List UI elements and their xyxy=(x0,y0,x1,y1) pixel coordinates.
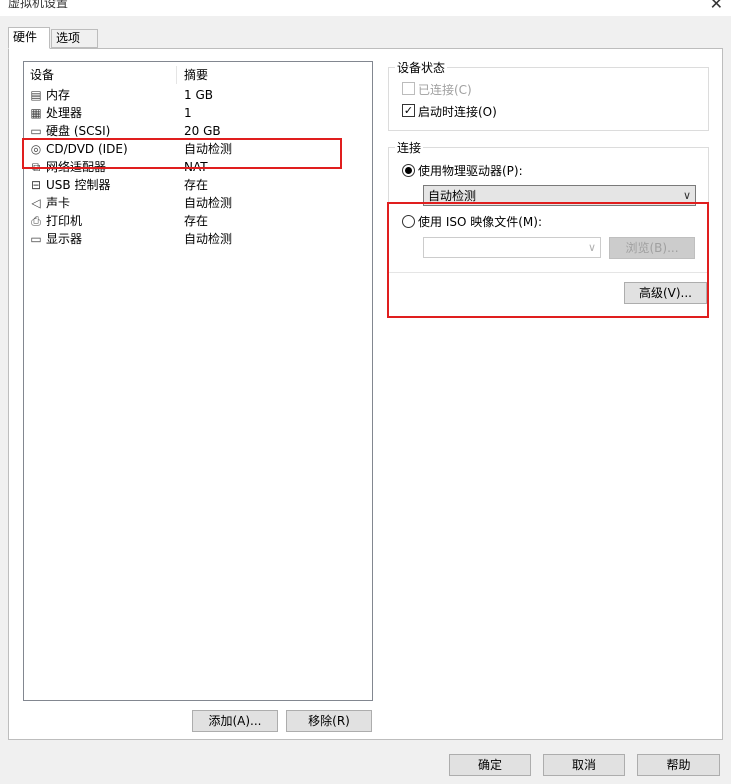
device-summary: 1 xyxy=(184,106,192,120)
hard-disk-icon: ▭ xyxy=(30,124,42,138)
device-name: 处理器 xyxy=(46,106,83,120)
chevron-down-icon: ∨ xyxy=(587,241,596,254)
device-status-group: 设备状态 已连接(C) ✓ 启动时连接(O) xyxy=(388,59,709,131)
device-name: 内存 xyxy=(46,88,71,102)
device-row-cd-dvd[interactable]: ◎ CD/DVD (IDE) 自动检测 xyxy=(24,140,372,158)
physical-drive-radio[interactable] xyxy=(402,164,415,177)
device-row-processor[interactable]: ▦ 处理器 1 xyxy=(24,104,372,122)
device-name: 声卡 xyxy=(46,196,71,210)
memory-icon: ▤ xyxy=(30,88,42,102)
physical-drive-select[interactable]: 自动检测 ∨ xyxy=(423,185,696,206)
column-header-summary[interactable]: 摘要 xyxy=(184,66,208,83)
close-icon[interactable]: ✕ xyxy=(710,0,723,13)
column-divider[interactable] xyxy=(176,66,177,84)
speaker-icon: ◁ xyxy=(31,196,41,210)
device-list[interactable]: 设备 摘要 ▤ 内存 1 GB ▦ 处理器 1 ▭ 硬盘 (SCSI) 20 G… xyxy=(23,61,373,701)
browse-button[interactable]: 浏览(B)... xyxy=(609,237,695,259)
chevron-down-icon: ∨ xyxy=(682,189,691,202)
display-icon: ▭ xyxy=(30,232,42,246)
group-divider xyxy=(389,272,709,273)
device-row-memory[interactable]: ▤ 内存 1 GB xyxy=(24,86,372,104)
iso-image-label: 使用 ISO 映像文件(M): xyxy=(418,215,542,229)
device-status-title: 设备状态 xyxy=(395,59,448,76)
connection-group: 连接 使用物理驱动器(P): 自动检测 ∨ 使用 ISO 映像文件(M): ∨ … xyxy=(388,139,709,317)
printer-icon: ⎙ xyxy=(31,214,41,228)
device-list-header: 设备 摘要 xyxy=(24,66,372,84)
device-name: USB 控制器 xyxy=(46,178,111,192)
device-name: 打印机 xyxy=(46,214,83,228)
device-row-network-adapter[interactable]: ⧉ 网络适配器 NAT xyxy=(24,158,372,176)
device-name: 硬盘 (SCSI) xyxy=(46,124,111,138)
device-row-hard-disk[interactable]: ▭ 硬盘 (SCSI) 20 GB xyxy=(24,122,372,140)
connect-at-power-on-checkbox[interactable]: ✓ xyxy=(402,104,415,117)
device-name: 显示器 xyxy=(46,232,83,246)
physical-drive-value: 自动检测 xyxy=(428,189,477,203)
device-summary: 自动检测 xyxy=(184,232,233,246)
cd-dvd-icon: ◎ xyxy=(30,142,42,156)
device-name: 网络适配器 xyxy=(46,160,107,174)
cpu-icon: ▦ xyxy=(30,106,42,120)
connected-label: 已连接(C) xyxy=(418,83,472,97)
usb-icon: ⊟ xyxy=(30,178,42,192)
tab-options[interactable]: 选项 xyxy=(51,29,98,48)
device-row-printer[interactable]: ⎙ 打印机 存在 xyxy=(24,212,372,230)
device-row-usb[interactable]: ⊟ USB 控制器 存在 xyxy=(24,176,372,194)
advanced-button[interactable]: 高级(V)... xyxy=(624,282,707,304)
column-header-device[interactable]: 设备 xyxy=(30,66,54,83)
connect-at-power-on-label: 启动时连接(O) xyxy=(418,105,497,119)
iso-path-select[interactable]: ∨ xyxy=(423,237,601,258)
network-adapter-icon: ⧉ xyxy=(31,160,41,174)
connected-checkbox[interactable] xyxy=(402,82,415,95)
device-summary: 存在 xyxy=(184,214,209,228)
device-row-display[interactable]: ▭ 显示器 自动检测 xyxy=(24,230,372,248)
device-summary: 1 GB xyxy=(184,88,213,102)
title-bar: 虚拟机设置 ✕ xyxy=(0,0,731,16)
device-summary: 自动检测 xyxy=(184,196,233,210)
hardware-panel: 设备 摘要 ▤ 内存 1 GB ▦ 处理器 1 ▭ 硬盘 (SCSI) 20 G… xyxy=(8,48,723,740)
physical-drive-label: 使用物理驱动器(P): xyxy=(418,164,523,178)
device-summary: 20 GB xyxy=(184,124,221,138)
cancel-button[interactable]: 取消 xyxy=(543,754,625,776)
connection-title: 连接 xyxy=(395,139,424,156)
tab-hardware[interactable]: 硬件 xyxy=(8,27,50,49)
remove-device-button[interactable]: 移除(R) xyxy=(286,710,372,732)
device-row-sound-card[interactable]: ◁ 声卡 自动检测 xyxy=(24,194,372,212)
iso-image-radio[interactable] xyxy=(402,215,415,228)
device-summary: 自动检测 xyxy=(184,142,233,156)
device-name: CD/DVD (IDE) xyxy=(46,142,128,156)
add-device-button[interactable]: 添加(A)... xyxy=(192,710,278,732)
device-summary: 存在 xyxy=(184,178,209,192)
ok-button[interactable]: 确定 xyxy=(449,754,531,776)
device-summary: NAT xyxy=(184,160,208,174)
window-title: 虚拟机设置 xyxy=(8,0,69,10)
help-button[interactable]: 帮助 xyxy=(637,754,720,776)
